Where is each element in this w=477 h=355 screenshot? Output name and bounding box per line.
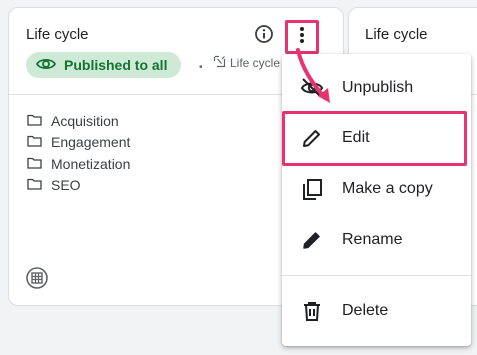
menu-label: Make a copy	[342, 180, 433, 197]
info-icon[interactable]	[254, 24, 274, 44]
collection-label: Life cycle	[230, 56, 281, 70]
published-badge: Published to all	[26, 52, 182, 78]
copy-icon	[300, 177, 324, 201]
globe-icon	[26, 267, 48, 289]
badge-label: Published to all	[64, 57, 168, 73]
annotation-arrow	[296, 48, 330, 103]
menu-label: Delete	[342, 302, 389, 319]
eye-icon	[35, 57, 57, 74]
folder-label: Monetization	[51, 155, 131, 172]
folder-icon	[27, 134, 42, 150]
folder-list: Acquisition Engagement Monetization SEO	[27, 110, 130, 196]
folder-label: Engagement	[51, 134, 131, 151]
list-item[interactable]: SEO	[27, 175, 130, 197]
menu-divider	[282, 275, 471, 276]
list-item[interactable]: Monetization	[27, 153, 130, 175]
list-item[interactable]: Acquisition	[27, 110, 130, 132]
list-item[interactable]: Engagement	[27, 132, 130, 154]
more-vert-icon	[299, 26, 305, 49]
collection-icon	[213, 55, 226, 71]
pencil-icon	[300, 228, 324, 252]
stage: Life cycle Published to all • Life cycle…	[0, 0, 477, 355]
menu-item-make-copy[interactable]: Make a copy	[282, 164, 471, 214]
menu-item-rename[interactable]: Rename	[282, 215, 471, 265]
card-title: Life cycle	[26, 26, 89, 43]
separator-dot: •	[199, 62, 203, 73]
menu-label: Unpublish	[342, 79, 414, 96]
folder-icon	[27, 113, 42, 129]
card-title: Life cycle	[365, 26, 428, 43]
folder-icon	[27, 177, 42, 193]
menu-item-delete[interactable]: Delete	[282, 286, 471, 336]
folder-label: Acquisition	[51, 112, 119, 129]
trash-icon	[300, 299, 324, 323]
edit-highlight-box	[282, 111, 467, 166]
menu-label: Rename	[342, 231, 403, 248]
collection-chip[interactable]: Life cycle	[213, 55, 280, 71]
folder-icon	[27, 156, 42, 172]
folder-label: SEO	[51, 177, 81, 194]
